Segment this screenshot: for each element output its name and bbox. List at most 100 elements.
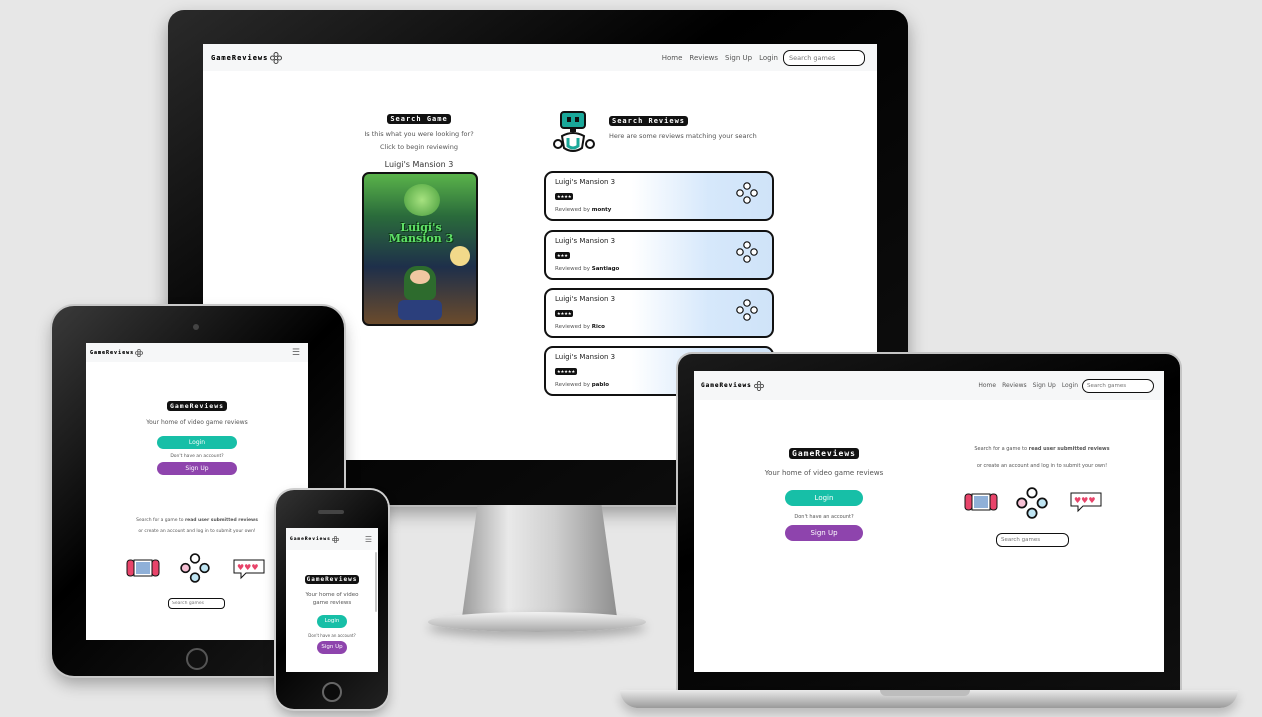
review-byline-label: Reviewed by: [555, 382, 590, 388]
search-reviews-heading: Search Reviews: [609, 116, 689, 126]
cover-title-text: Luigi's Mansion 3: [388, 221, 454, 245]
nav-login-link[interactable]: Login: [759, 54, 778, 62]
controller-buttons-icon: [736, 241, 758, 263]
gamepad-icon: [331, 535, 339, 543]
no-account-text: Don't have an account?: [170, 454, 224, 459]
brand-logo-text[interactable]: GameReviews: [701, 382, 752, 389]
review-username: Santiago: [591, 266, 620, 272]
search-info-start: Search for a game to: [974, 446, 1029, 452]
review-card[interactable]: Luigi's Mansion 3 ★★★★ Reviewed by monty: [544, 171, 774, 221]
controller-buttons-icon: [1016, 487, 1048, 519]
review-byline: Reviewed by Rico: [555, 324, 605, 330]
game-cover-image[interactable]: Luigi's Mansion 3: [362, 172, 478, 326]
search-info-bold: read user submitted reviews: [184, 518, 258, 523]
login-button[interactable]: Login: [157, 436, 237, 449]
home-search-input[interactable]: [168, 598, 225, 609]
svg-text:♥♥♥: ♥♥♥: [237, 563, 259, 572]
controller-buttons-icon: [736, 182, 758, 204]
home-heading: GameReviews: [166, 401, 228, 411]
home-tagline: Your home of video game reviews: [146, 419, 248, 426]
hearts-speech-icon: ♥♥♥: [1069, 491, 1103, 517]
controller-buttons-icon: [180, 553, 210, 583]
nav-search-input[interactable]: [1082, 378, 1154, 393]
nav-links: Home Reviews Sign Up Login: [978, 378, 1154, 393]
review-username: monty: [591, 207, 612, 213]
nav-links: Home Reviews Sign Up Login: [662, 49, 865, 66]
hamburger-menu-icon[interactable]: ☰: [365, 535, 372, 544]
robot-icon: [553, 111, 595, 152]
home-hero: GameReviews Your home of video game revi…: [744, 441, 904, 541]
phone-screen: GameReviews ☰ GameReviews Your home of v…: [286, 528, 378, 672]
review-username: Rico: [591, 324, 605, 330]
review-byline: Reviewed by pablo: [555, 382, 609, 388]
hamburger-menu-icon[interactable]: ☰: [292, 348, 300, 358]
home-tagline: Your home of video game reviews: [764, 469, 884, 477]
search-info-bold: read user submitted reviews: [1028, 446, 1110, 452]
search-info-line-2: or create an account and log in to submi…: [138, 529, 256, 534]
navbar: GameReviews Home Reviews Sign Up Login: [203, 44, 877, 71]
gamepad-icon: [135, 348, 144, 357]
review-byline-label: Reviewed by: [555, 207, 590, 213]
home-heading: GameReviews: [789, 448, 859, 459]
review-username: pablo: [591, 382, 609, 388]
nav-home-link[interactable]: Home: [978, 382, 996, 389]
login-button[interactable]: Login: [317, 615, 347, 628]
signup-button[interactable]: Sign Up: [317, 641, 347, 654]
review-byline: Reviewed by Santiago: [555, 266, 619, 272]
tablet-home-button: [186, 648, 208, 670]
no-account-text: Don't have an account?: [308, 633, 356, 638]
login-button[interactable]: Login: [785, 490, 863, 506]
laptop-screen: GameReviews Home Reviews Sign Up Login G…: [694, 371, 1164, 672]
search-game-heading: Search Game: [387, 114, 451, 124]
nav-search-input[interactable]: [783, 49, 865, 66]
search-info: Search for a game to read user submitted…: [86, 518, 308, 534]
search-info-line-2: or create an account and log in to submi…: [976, 463, 1108, 469]
tablet-camera: [193, 324, 199, 330]
search-reviews-header: Search Reviews Here are some reviews mat…: [609, 108, 779, 140]
ghost-shape: [450, 246, 470, 266]
no-account-text: Don't have an account?: [794, 514, 854, 520]
nav-signup-link[interactable]: Sign Up: [725, 54, 752, 62]
navbar: GameReviews Home Reviews Sign Up Login: [694, 371, 1164, 400]
gamepad-icon: [753, 380, 764, 391]
review-card[interactable]: Luigi's Mansion 3 ★★★ Reviewed by Santia…: [544, 230, 774, 280]
navbar: GameReviews ☰: [86, 343, 308, 362]
review-card[interactable]: Luigi's Mansion 3 ★★★★ Reviewed by Rico: [544, 288, 774, 338]
switch-icon: [964, 491, 998, 517]
review-byline: Reviewed by monty: [555, 207, 611, 213]
review-byline-label: Reviewed by: [555, 266, 590, 272]
nav-reviews-link[interactable]: Reviews: [689, 54, 718, 62]
brand-logo-text[interactable]: GameReviews: [211, 54, 268, 62]
navbar: GameReviews ☰: [286, 528, 378, 550]
review-rating: ★★★★★: [555, 368, 578, 375]
search-info: Search for a game to read user submitted…: [952, 446, 1132, 469]
brand-logo-text[interactable]: GameReviews: [290, 537, 331, 542]
scrollbar[interactable]: [375, 552, 377, 612]
review-rating: ★★★: [555, 252, 570, 259]
nav-login-link[interactable]: Login: [1062, 382, 1078, 389]
search-info-line-1: Search for a game to read user submitted…: [952, 446, 1132, 452]
home-tagline: Your home of video game reviews: [305, 592, 359, 606]
nav-reviews-link[interactable]: Reviews: [1002, 382, 1027, 389]
home-hero: GameReviews Your home of video game revi…: [286, 566, 378, 654]
home-search-input[interactable]: [996, 533, 1069, 547]
nav-home-link[interactable]: Home: [662, 54, 683, 62]
game-title[interactable]: Luigi's Mansion 3: [353, 160, 485, 169]
ghost-shape: [404, 184, 440, 216]
signup-button[interactable]: Sign Up: [157, 462, 237, 475]
review-rating: ★★★★: [555, 310, 574, 317]
review-rating: ★★★★: [555, 193, 574, 200]
nav-signup-link[interactable]: Sign Up: [1033, 382, 1056, 389]
gamepad-icon: [270, 51, 283, 64]
brand-logo-text[interactable]: GameReviews: [90, 350, 134, 356]
signup-button[interactable]: Sign Up: [785, 525, 863, 541]
laptop-notch: [880, 690, 970, 696]
search-game-question: Is this what you were looking for?: [364, 130, 474, 138]
search-reviews-subtitle: Here are some reviews matching your sear…: [609, 132, 757, 140]
review-game-title: Luigi's Mansion 3: [555, 353, 616, 361]
phone-speaker: [318, 510, 344, 514]
search-info-line-1: Search for a game to read user submitted…: [86, 518, 308, 523]
review-game-title: Luigi's Mansion 3: [555, 237, 616, 245]
controller-buttons-icon: [736, 299, 758, 321]
home-heading: GameReviews: [304, 575, 360, 584]
